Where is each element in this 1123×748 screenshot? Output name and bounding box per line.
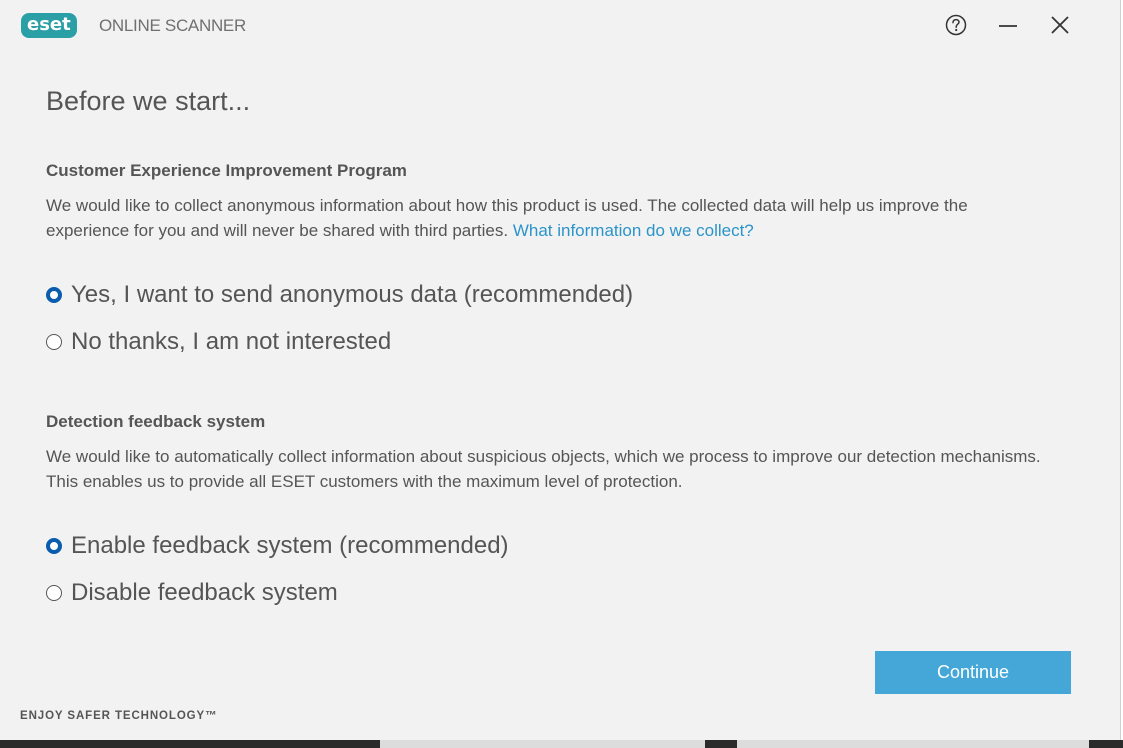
question-circle-icon — [945, 14, 967, 36]
product-name: ONLINE SCANNER — [99, 16, 246, 35]
eset-logo: eset — [21, 12, 77, 38]
page-title: Before we start... — [46, 86, 251, 116]
ceip-description: We would like to collect anonymous infor… — [46, 193, 1046, 243]
minimize-button[interactable] — [995, 12, 1021, 38]
feedback-description: We would like to automatically collect i… — [46, 447, 1041, 491]
radio-selected[interactable] — [46, 538, 62, 554]
feedback-option-disable[interactable]: Disable feedback system — [46, 579, 338, 607]
help-button[interactable] — [943, 12, 969, 38]
ceip-title: Customer Experience Improvement Program — [46, 161, 407, 180]
taskbar-edge-segment — [737, 740, 1089, 748]
close-icon — [1051, 16, 1069, 34]
minimize-icon — [999, 25, 1017, 27]
radio-selected[interactable] — [46, 287, 62, 303]
radio-unselected[interactable] — [46, 334, 62, 350]
taskbar-edge-segment — [380, 740, 705, 748]
ceip-option-yes[interactable]: Yes, I want to send anonymous data (reco… — [46, 281, 633, 309]
continue-button[interactable]: Continue — [875, 651, 1071, 694]
tagline: ENJOY SAFER TECHNOLOGY™ — [20, 710, 218, 722]
ceip-option-no-label: No thanks, I am not interested — [71, 328, 392, 355]
feedback-option-enable-label: Enable feedback system (recommended) — [71, 532, 509, 559]
feedback-option-disable-label: Disable feedback system — [71, 579, 338, 606]
feedback-title: Detection feedback system — [46, 412, 266, 431]
ceip-option-no[interactable]: No thanks, I am not interested — [46, 328, 391, 356]
what-info-link[interactable]: What information do we collect? — [513, 221, 754, 240]
ceip-description-text: We would like to collect anonymous infor… — [46, 196, 968, 240]
feedback-option-enable[interactable]: Enable feedback system (recommended) — [46, 532, 509, 560]
close-button[interactable] — [1047, 12, 1073, 38]
title-bar: eset ONLINE SCANNER — [0, 0, 1120, 52]
taskbar-edge — [0, 740, 1123, 748]
radio-unselected[interactable] — [46, 585, 62, 601]
scanner-window: eset ONLINE SCANNER Before we start... C… — [0, 0, 1121, 740]
ceip-option-yes-label: Yes, I want to send anonymous data (reco… — [71, 281, 634, 308]
eset-logo-badge: eset — [21, 12, 77, 38]
